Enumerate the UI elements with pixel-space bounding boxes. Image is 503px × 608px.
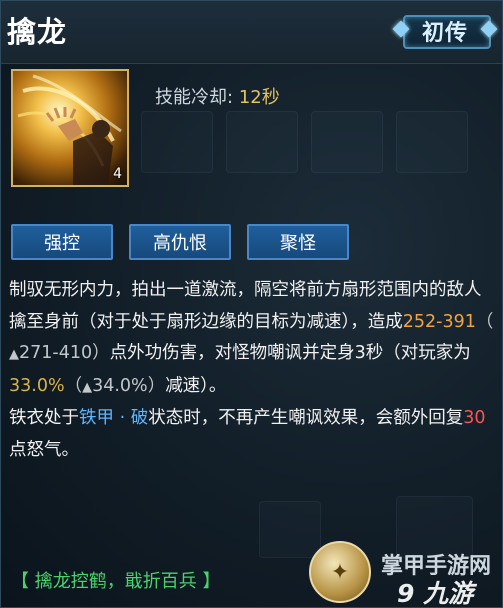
arrow-up-icon: ▲	[82, 379, 93, 395]
ghost-slot	[396, 111, 468, 173]
desc-text: 点外功伤害，对怪物嘲讽并定身3秒（对玩家为	[109, 343, 471, 363]
arrow-up-icon: ▲	[9, 347, 19, 362]
paren: ）	[92, 343, 110, 363]
cooldown-value: 12秒	[238, 87, 280, 108]
paren: （	[64, 375, 83, 396]
ghost-slot	[311, 111, 383, 173]
ghost-slot	[141, 111, 213, 173]
rank-badge: 初传	[392, 13, 498, 49]
watermark-logo-icon: ✦	[309, 541, 371, 603]
cooldown-label: 技能冷却:	[155, 87, 234, 108]
desc-text: 点怒气。	[9, 439, 79, 460]
skill-tooltip-panel: 擒龙 初传 4 技能冷却: 12秒 强控 高仇恨 聚怪 制驭无形内力，拍出一道激…	[0, 0, 503, 608]
paren: ）	[147, 375, 166, 396]
rage-value: 30	[463, 408, 486, 428]
description-paragraph-1: 制驭无形内力，拍出一道激流，隔空将前方扇形范围内的敌人擒至身前（对于处于扇形边缘…	[9, 275, 497, 403]
title-bar: 擒龙 初传	[1, 1, 502, 64]
skill-title: 擒龙	[7, 15, 68, 49]
ghost-slot	[259, 501, 321, 558]
desc-text: 状态时，不再产生嘲讽效果，会额外回复	[148, 408, 464, 428]
slow-upgrade-value: 34.0%	[92, 375, 148, 396]
desc-text: 减速）。	[165, 375, 227, 396]
tag-gather-mobs: 聚怪	[247, 224, 349, 260]
skill-flavor-text: 【 擒龙控鹤，戢折百兵 】	[11, 571, 221, 592]
paren: （	[475, 311, 494, 332]
skill-tags: 强控 高仇恨 聚怪	[11, 224, 349, 260]
rank-label: 初传	[421, 21, 468, 46]
desc-text: 铁衣处于	[9, 408, 79, 428]
skill-icon[interactable]: 4	[11, 69, 129, 187]
description-paragraph-2: 铁衣处于铁甲 · 破状态时，不再产生嘲讽效果，会额外回复30 点怒气。	[9, 403, 497, 466]
watermark-brand: 9 九游	[397, 579, 474, 608]
ghost-slot	[226, 111, 298, 173]
damage-value: 252-391	[402, 311, 476, 332]
tag-hard-control: 强控	[11, 224, 113, 260]
skill-level: 4	[113, 166, 122, 182]
skill-description: 制驭无形内力，拍出一道激流，隔空将前方扇形范围内的敌人擒至身前（对于处于扇形边缘…	[9, 275, 497, 466]
state-name: 铁甲 · 破	[79, 408, 149, 428]
slow-value: 33.0%	[9, 375, 65, 396]
cooldown-info: 技能冷却: 12秒	[155, 83, 280, 109]
tag-high-threat: 高仇恨	[129, 224, 231, 260]
energy-palm-icon	[17, 74, 122, 185]
damage-upgrade-value: 271-410	[19, 343, 93, 363]
